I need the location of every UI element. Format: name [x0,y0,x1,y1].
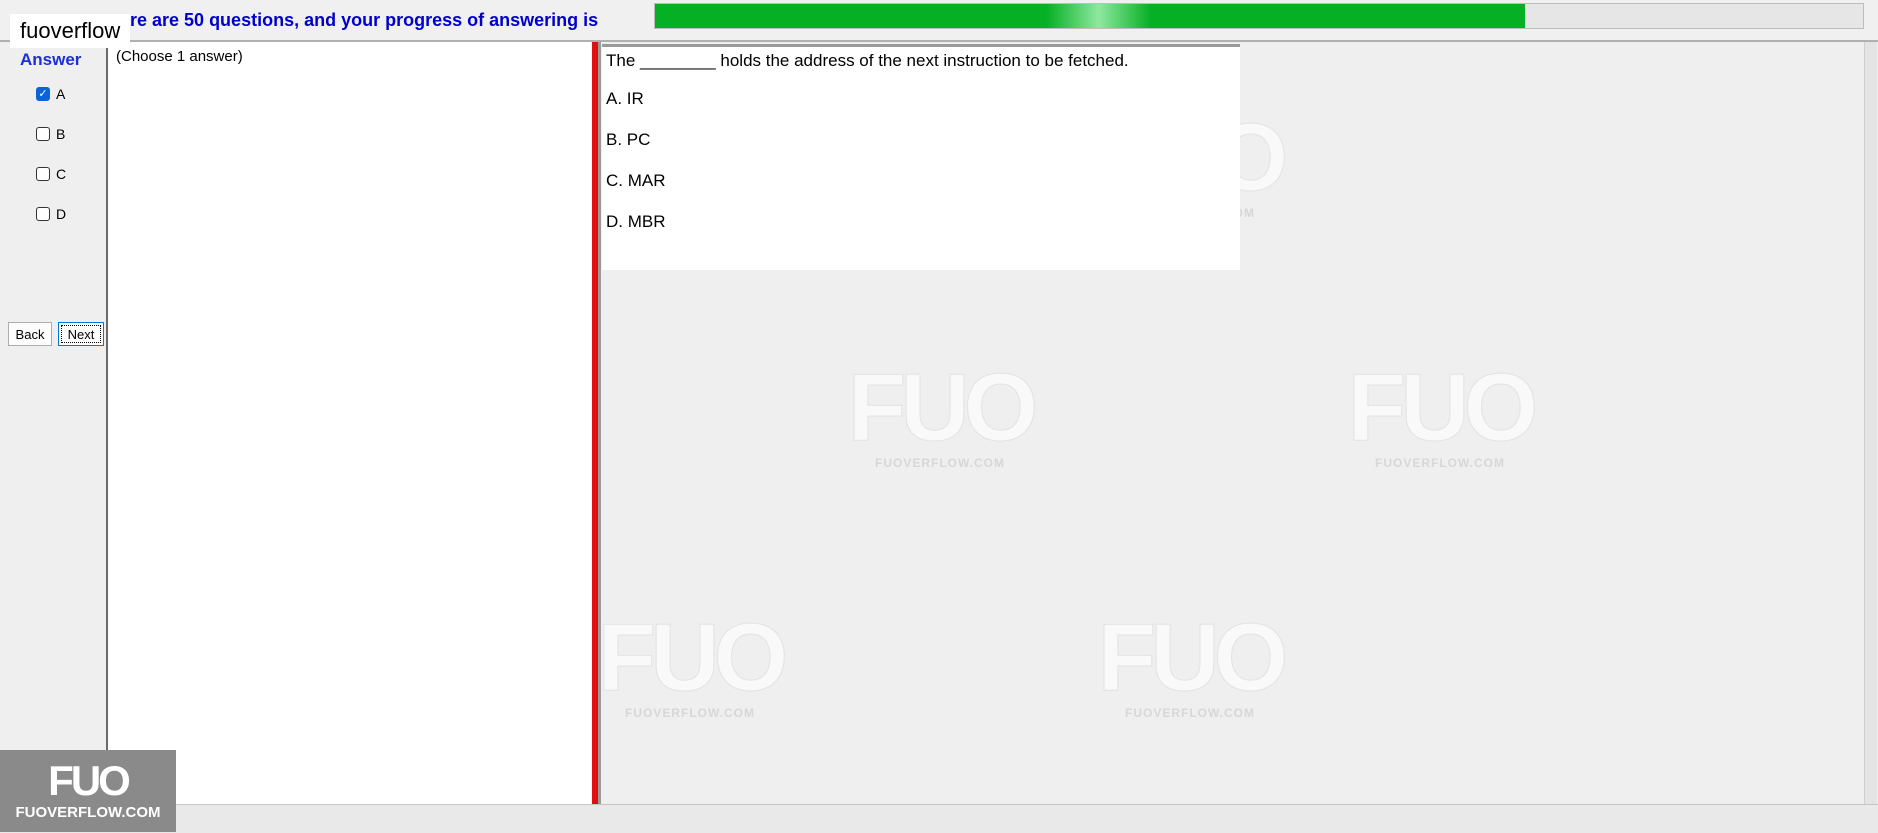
watermark: FUO FUOVERFLOW.COM [1340,354,1540,470]
watermark-url: FUOVERFLOW.COM [1375,456,1505,470]
corner-logo-url: FUOVERFLOW.COM [15,804,161,821]
watermark-logo: FUO [597,604,789,711]
splitter-gray [598,42,601,806]
corner-logo-mark: FUO [48,757,131,804]
watermark-url: FUOVERFLOW.COM [625,706,755,720]
watermark-logo: FUO [847,354,1039,461]
question-panel: The ________ holds the address of the ne… [602,44,1240,270]
watermark: FUO FUOVERFLOW.COM [1090,604,1290,720]
watermark-url: FUOVERFLOW.COM [1125,706,1255,720]
progress-bar [654,3,1864,29]
answer-option-label: D [56,206,67,222]
answer-option-a[interactable]: ✓ A [36,86,65,102]
answer-option-c[interactable]: C [36,166,66,182]
back-button[interactable]: Back [8,322,52,346]
checkbox-d[interactable] [36,207,50,221]
answer-option-label: A [56,86,66,102]
site-label: fuoverflow [10,14,131,48]
instruction-panel: (Choose 1 answer) [108,42,592,804]
watermark: FUO FUOVERFLOW.COM [840,354,1040,470]
question-option: D. MBR [606,212,666,231]
checkbox-a[interactable]: ✓ [36,87,50,101]
bottom-status-strip [0,804,1878,833]
answer-panel: Answer ✓ A B C D Back Next [0,42,108,802]
progress-bar-fill [655,4,1525,28]
answer-option-d[interactable]: D [36,206,66,222]
watermark-url: FUOVERFLOW.COM [875,456,1005,470]
watermark-logo: FUO [1347,354,1539,461]
watermark: FUO FUOVERFLOW.COM [590,604,790,720]
answer-option-label: C [56,166,67,182]
question-option: A. IR [606,89,644,108]
question-text: The ________ holds the address of the ne… [606,51,1129,70]
checkbox-b[interactable] [36,127,50,141]
next-button[interactable]: Next [58,322,104,346]
question-option: C. MAR [606,171,666,190]
corner-logo: FUO FUOVERFLOW.COM [0,750,176,832]
answer-option-label: B [56,126,66,142]
choose-instruction: (Choose 1 answer) [116,48,243,65]
checkbox-c[interactable] [36,167,50,181]
progress-banner-text: re are 50 questions, and your progress o… [130,10,599,30]
answer-heading: Answer [20,50,82,69]
question-option: B. PC [606,130,651,149]
top-bar: re are 50 questions, and your progress o… [0,0,1878,40]
watermark-logo: FUO [1097,604,1289,711]
answer-option-b[interactable]: B [36,126,65,142]
right-scrollbar[interactable] [1864,42,1877,806]
